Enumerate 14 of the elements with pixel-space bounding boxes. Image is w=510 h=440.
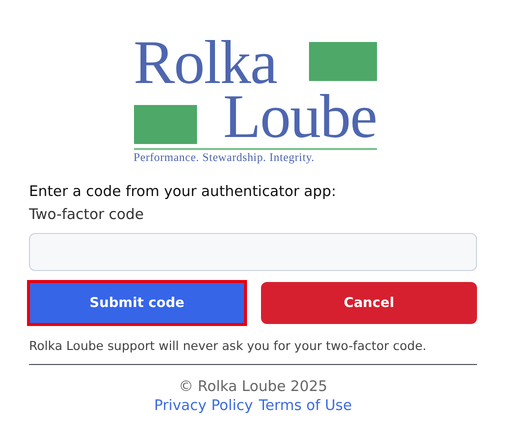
footer-link[interactable]: Terms of Use: [258, 398, 352, 414]
prompt-text: Enter a code from your authenticator app:: [29, 184, 338, 200]
logo-text: Rolka: [134, 36, 277, 90]
logo-text: Loube: [223, 90, 376, 144]
cancel-button[interactable]: Cancel: [261, 282, 477, 324]
footer-link[interactable]: Privacy Policy: [154, 398, 253, 414]
field-label: Two-factor code: [29, 207, 145, 223]
notice-text: Rolka Loube support will never ask you for your two-factor code.: [29, 339, 428, 353]
logo-block: [134, 105, 196, 144]
code-input-field[interactable]: [29, 233, 477, 271]
submit-button[interactable]: Submit code: [29, 282, 245, 324]
logo-tagline: Performance. Stewardship. Integrity.: [134, 151, 316, 164]
logo-block: [308, 42, 376, 81]
copyright-text: © Rolka Loube 2025: [178, 379, 328, 395]
